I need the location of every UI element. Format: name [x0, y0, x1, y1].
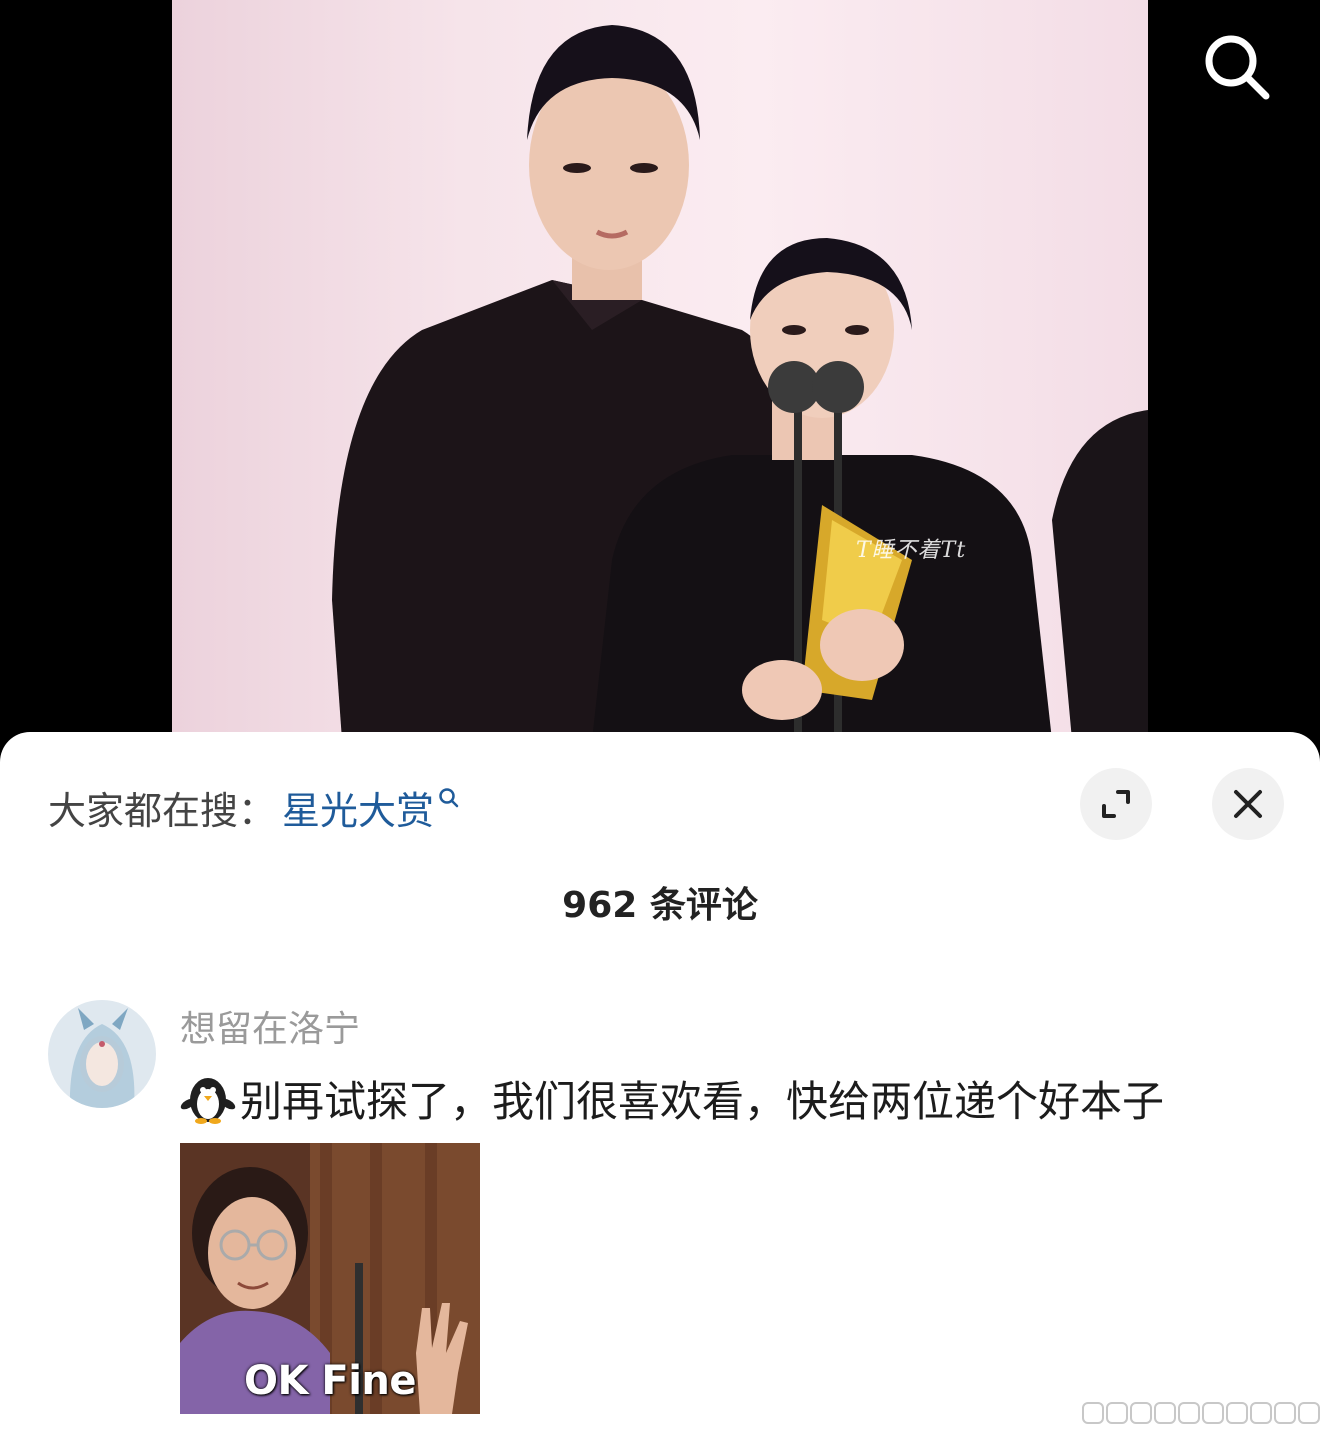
meme-caption: OK Fine: [243, 1358, 417, 1404]
comments-sheet: 大家都在搜： 星光大赏 962 条评论 想留在洛宁 别再试探了，我们很喜欢看，快…: [0, 732, 1320, 1455]
search-icon: [1205, 35, 1270, 100]
video-frame[interactable]: T睡不着Tt: [172, 0, 1148, 740]
corner-watermark: [1082, 1402, 1320, 1424]
comment-image[interactable]: OK Fine: [180, 1143, 480, 1414]
video-still: [332, 25, 1148, 740]
search-small-icon: [439, 788, 459, 808]
avatar[interactable]: [48, 1000, 156, 1108]
expand-icon: [1102, 790, 1130, 818]
penguin-icon: [180, 1077, 236, 1124]
close-icon: [1234, 790, 1262, 818]
expand-button[interactable]: [1080, 768, 1152, 840]
comment-count: 962 条评论: [562, 885, 758, 926]
avatar-image: [48, 1000, 156, 1108]
comment-username[interactable]: 想留在洛宁: [180, 1000, 360, 1052]
video-watermark: T睡不着Tt: [856, 538, 967, 563]
comment-text: 别再试探了，我们很喜欢看，快给两位递个好本子: [240, 1077, 1165, 1126]
video-player[interactable]: T睡不着Tt: [0, 0, 1320, 740]
hot-search-prefix: 大家都在搜：: [48, 788, 277, 833]
hot-search-term-link[interactable]: 星光大赏: [282, 780, 434, 835]
close-button[interactable]: [1212, 768, 1284, 840]
hot-search-bar: 大家都在搜： 星光大赏: [48, 780, 460, 835]
comment-body: 别再试探了，我们很喜欢看，快给两位递个好本子: [180, 1068, 1164, 1129]
search-button[interactable]: [1198, 28, 1276, 106]
